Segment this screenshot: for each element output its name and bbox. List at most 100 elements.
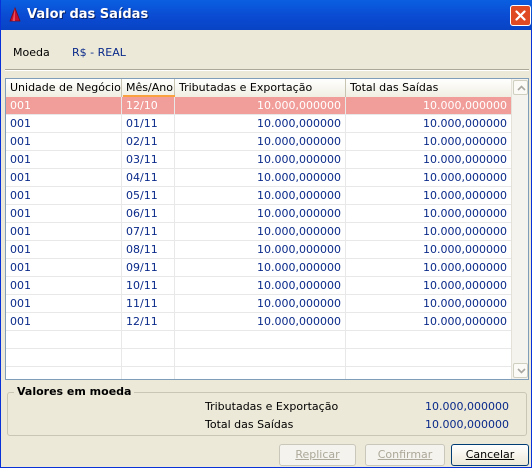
confirmar-button[interactable]: Confirmar xyxy=(365,444,445,466)
column-header-unidade[interactable]: Unidade de Negócio xyxy=(6,79,122,97)
table-cell: 03/11 xyxy=(122,151,175,168)
table-cell xyxy=(6,367,122,379)
table-row[interactable]: 001 02/11 10.000,000000 10.000,000000 xyxy=(6,133,511,151)
table-cell: 10.000,000000 xyxy=(423,261,507,274)
table-row[interactable]: 001 06/11 10.000,000000 10.000,000000 xyxy=(6,205,511,223)
table-cell: 10.000,000000 xyxy=(423,135,507,148)
table-cell: 10.000,000000 xyxy=(175,151,346,168)
table-cell: 09/11 xyxy=(122,259,175,276)
table-cell: 12/11 xyxy=(122,313,175,330)
table-cell xyxy=(346,331,511,348)
tributadas-value: 10.000,000000 xyxy=(425,400,509,413)
table-row[interactable]: 001 04/11 10.000,000000 10.000,000000 xyxy=(6,169,511,187)
table-cell: 12/10 xyxy=(122,97,175,114)
table-cell: 10.000,000000 xyxy=(423,297,507,310)
table-cell: 10.000,000000 xyxy=(175,295,346,312)
table-cell: 001 xyxy=(6,223,122,240)
title-bar[interactable]: Valor das Saídas xyxy=(1,0,532,30)
data-grid[interactable]: Unidade de Negócio Mês/Ano Tributadas e … xyxy=(5,78,529,380)
currency-label: Moeda xyxy=(13,46,50,59)
table-cell: 001 xyxy=(6,241,122,258)
table-cell: 11/11 xyxy=(122,295,175,312)
table-cell: 001 xyxy=(6,259,122,276)
window-title: Valor das Saídas xyxy=(27,7,149,22)
table-cell: 001 xyxy=(6,205,122,222)
grid-rows: 001 12/10 10.000,000000 10.000,000000 001 01/… xyxy=(6,97,511,379)
table-cell: 10.000,000000 xyxy=(423,99,507,112)
table-cell: 02/11 xyxy=(122,133,175,150)
table-row[interactable] xyxy=(6,349,511,367)
values-groupbox-title: Valores em moeda xyxy=(14,385,135,398)
table-row[interactable]: 001 01/11 10.000,000000 10.000,000000 xyxy=(6,115,511,133)
scroll-up-button[interactable] xyxy=(513,80,528,95)
table-cell: 10.000,000000 xyxy=(175,133,346,150)
currency-value: R$ - REAL xyxy=(72,46,126,59)
app-icon xyxy=(7,6,23,23)
table-cell: 10.000,000000 xyxy=(175,187,346,204)
table-cell: 001 xyxy=(6,97,122,114)
table-cell: 10.000,000000 xyxy=(175,277,346,294)
table-row[interactable]: 001 11/11 10.000,000000 10.000,000000 xyxy=(6,295,511,313)
table-row[interactable]: 001 12/11 10.000,000000 10.000,000000 xyxy=(6,313,511,331)
table-row[interactable]: 001 05/11 10.000,000000 10.000,000000 xyxy=(6,187,511,205)
table-cell: 001 xyxy=(6,115,122,132)
table-cell: 10.000,000000 xyxy=(423,207,507,220)
table-cell: 10.000,000000 xyxy=(175,223,346,240)
table-cell xyxy=(175,367,346,379)
table-cell xyxy=(175,349,346,366)
table-row[interactable]: 001 03/11 10.000,000000 10.000,000000 xyxy=(6,151,511,169)
table-cell: 001 xyxy=(6,277,122,294)
table-cell: 10.000,000000 xyxy=(175,97,346,114)
table-cell: 001 xyxy=(6,313,122,330)
table-cell xyxy=(346,367,511,379)
table-cell: 10.000,000000 xyxy=(423,243,507,256)
table-cell xyxy=(175,331,346,348)
table-cell xyxy=(122,349,175,366)
cancelar-button[interactable]: Cancelar xyxy=(451,444,529,466)
table-row[interactable]: 001 12/10 10.000,000000 10.000,000000 xyxy=(6,97,511,115)
table-cell: 06/11 xyxy=(122,205,175,222)
chevron-up-icon xyxy=(517,85,526,91)
table-cell: 10.000,000000 xyxy=(423,171,507,184)
table-cell: 10/11 xyxy=(122,277,175,294)
vertical-scrollbar[interactable] xyxy=(511,79,528,379)
table-row[interactable] xyxy=(6,367,511,379)
table-cell: 01/11 xyxy=(122,115,175,132)
table-cell: 04/11 xyxy=(122,169,175,186)
table-row[interactable]: 001 09/11 10.000,000000 10.000,000000 xyxy=(6,259,511,277)
table-cell: 001 xyxy=(6,187,122,204)
table-cell: 08/11 xyxy=(122,241,175,258)
table-cell: 10.000,000000 xyxy=(423,279,507,292)
table-cell: 10.000,000000 xyxy=(423,189,507,202)
chevron-down-icon xyxy=(517,368,526,374)
table-cell: 001 xyxy=(6,169,122,186)
column-header-total[interactable]: Total das Saídas xyxy=(346,79,511,97)
table-cell: 07/11 xyxy=(122,223,175,240)
table-cell: 05/11 xyxy=(122,187,175,204)
table-cell: 10.000,000000 xyxy=(423,225,507,238)
table-cell: 10.000,000000 xyxy=(175,259,346,276)
tributadas-label: Tributadas e Exportação xyxy=(205,400,339,413)
table-row[interactable]: 001 08/11 10.000,000000 10.000,000000 xyxy=(6,241,511,259)
column-header-tributadas[interactable]: Tributadas e Exportação xyxy=(175,79,346,97)
scroll-down-button[interactable] xyxy=(513,363,528,378)
table-row[interactable]: 001 10/11 10.000,000000 10.000,000000 xyxy=(6,277,511,295)
table-row[interactable]: 001 07/11 10.000,000000 10.000,000000 xyxy=(6,223,511,241)
table-cell: 10.000,000000 xyxy=(175,115,346,132)
dialog-window: Valor das Saídas Moeda R$ - REAL Unidade… xyxy=(0,0,532,468)
table-cell: 001 xyxy=(6,151,122,168)
table-cell: 001 xyxy=(6,295,122,312)
table-cell: 10.000,000000 xyxy=(423,153,507,166)
divider xyxy=(5,69,529,71)
table-cell xyxy=(6,331,122,348)
table-cell: 10.000,000000 xyxy=(175,313,346,330)
table-cell: 10.000,000000 xyxy=(175,169,346,186)
table-cell: 001 xyxy=(6,133,122,150)
replicar-button[interactable]: Replicar xyxy=(279,444,356,466)
close-button[interactable] xyxy=(510,5,531,26)
table-cell xyxy=(346,349,511,366)
table-row[interactable] xyxy=(6,331,511,349)
table-cell: 10.000,000000 xyxy=(175,205,346,222)
table-cell xyxy=(122,367,175,379)
total-label: Total das Saídas xyxy=(205,418,294,431)
